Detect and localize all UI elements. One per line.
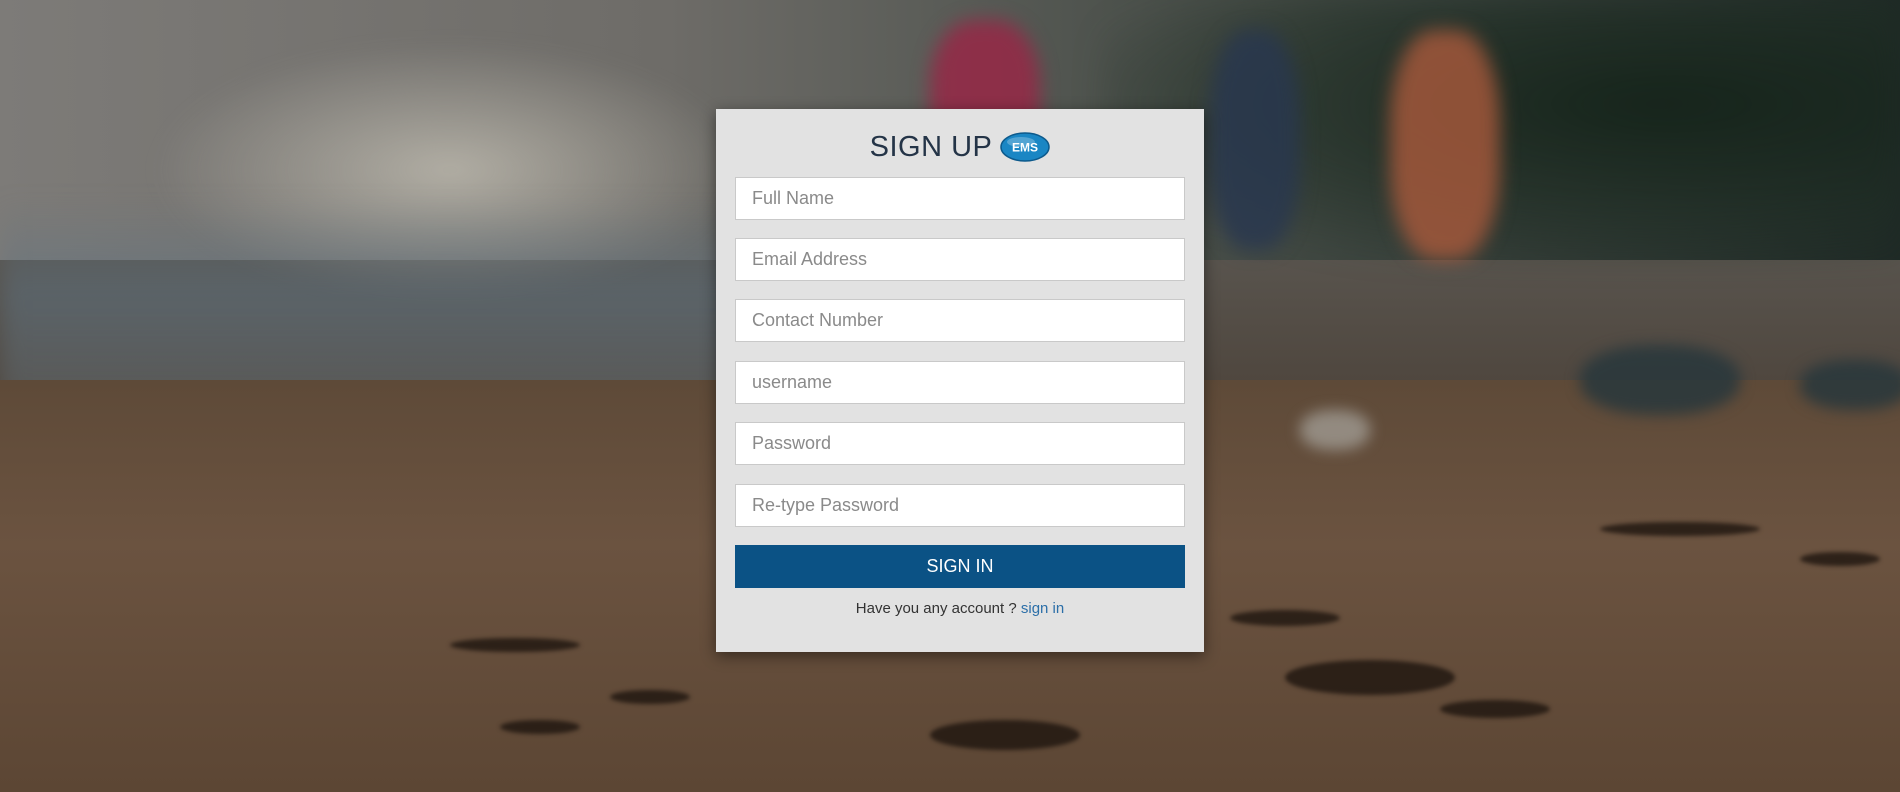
account-prompt: Have you any account ? sign in <box>716 600 1204 617</box>
background-rock <box>1800 360 1900 410</box>
sign-in-link[interactable]: sign in <box>1021 600 1064 617</box>
email-input[interactable] <box>735 238 1185 281</box>
background-footprint <box>1800 552 1880 566</box>
background-rock <box>1300 410 1370 450</box>
background-footprint <box>1230 610 1340 626</box>
background-person <box>1210 30 1300 250</box>
background-rock <box>1580 345 1740 415</box>
account-prompt-text: Have you any account ? <box>855 600 1021 617</box>
logo-text: EMS <box>1012 141 1038 155</box>
background-footprint <box>500 720 580 734</box>
background-footprint <box>610 690 690 704</box>
background-person <box>1390 30 1500 260</box>
page-title: SIGN UP <box>869 130 993 163</box>
username-input[interactable] <box>735 361 1185 404</box>
contact-number-input[interactable] <box>735 299 1185 342</box>
background-footprint <box>1285 660 1455 695</box>
background-footprint <box>450 638 580 652</box>
retype-password-input[interactable] <box>735 484 1185 527</box>
sign-in-button[interactable]: SIGN IN <box>735 545 1185 588</box>
ems-logo-icon: EMS <box>1000 132 1051 162</box>
background-footprint <box>1440 700 1550 718</box>
password-input[interactable] <box>735 422 1185 465</box>
signup-header: SIGN UP EMS <box>716 129 1204 165</box>
signup-card: SIGN UP EMS SIGN IN Have you any account… <box>716 109 1204 652</box>
background-footprint <box>930 720 1080 750</box>
full-name-input[interactable] <box>735 177 1185 220</box>
background-footprint <box>1600 522 1760 536</box>
